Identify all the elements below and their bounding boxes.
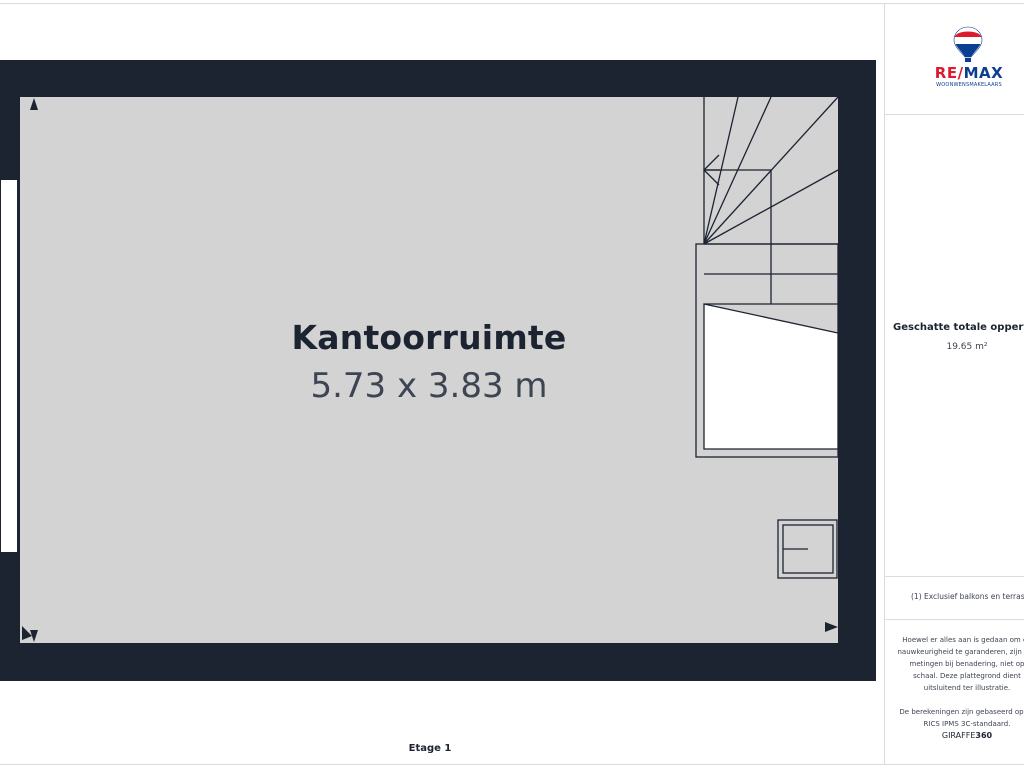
floor-label: Etage 1 — [408, 743, 452, 754]
stairwell-opening — [695, 243, 839, 458]
room-name: Kantoorruimte — [291, 318, 567, 357]
exclusion-note: (1) Exclusief balkons en terrassen — [911, 592, 1024, 601]
logo-subtitle: WOONWENSMAKELAARS — [936, 82, 1002, 88]
sidebar-separator — [885, 619, 1024, 620]
disclaimer-text: Hoewel er alles aan is gedaan om de nauw… — [897, 636, 1024, 692]
disclaimer: Hoewel er alles aan is gedaan om de nauw… — [897, 634, 1024, 730]
remax-logo: RE/MAX WOONWENSMAKELAARS — [925, 26, 1015, 96]
sidebar-separator — [885, 576, 1024, 577]
disclaimer-standard: De berekeningen zijn gebaseerd op de RIC… — [899, 708, 1024, 728]
logo-wordmark: RE/MAX — [934, 64, 1004, 82]
estimated-area-label: Geschatte totale oppervlak — [893, 322, 1024, 333]
balloon-icon — [953, 26, 983, 62]
sidebar-separator — [885, 114, 1024, 115]
top-border — [0, 3, 1024, 4]
sidebar-divider — [884, 3, 885, 765]
giraffe360-credit: GIRAFFE360 — [941, 731, 993, 740]
room-dimensions: 5.73 x 3.83 m — [310, 366, 548, 406]
bottom-border — [0, 764, 1024, 765]
floor-hatch — [777, 519, 838, 579]
staircase — [703, 96, 839, 305]
estimated-area-value: 19.65 m² — [946, 342, 988, 352]
